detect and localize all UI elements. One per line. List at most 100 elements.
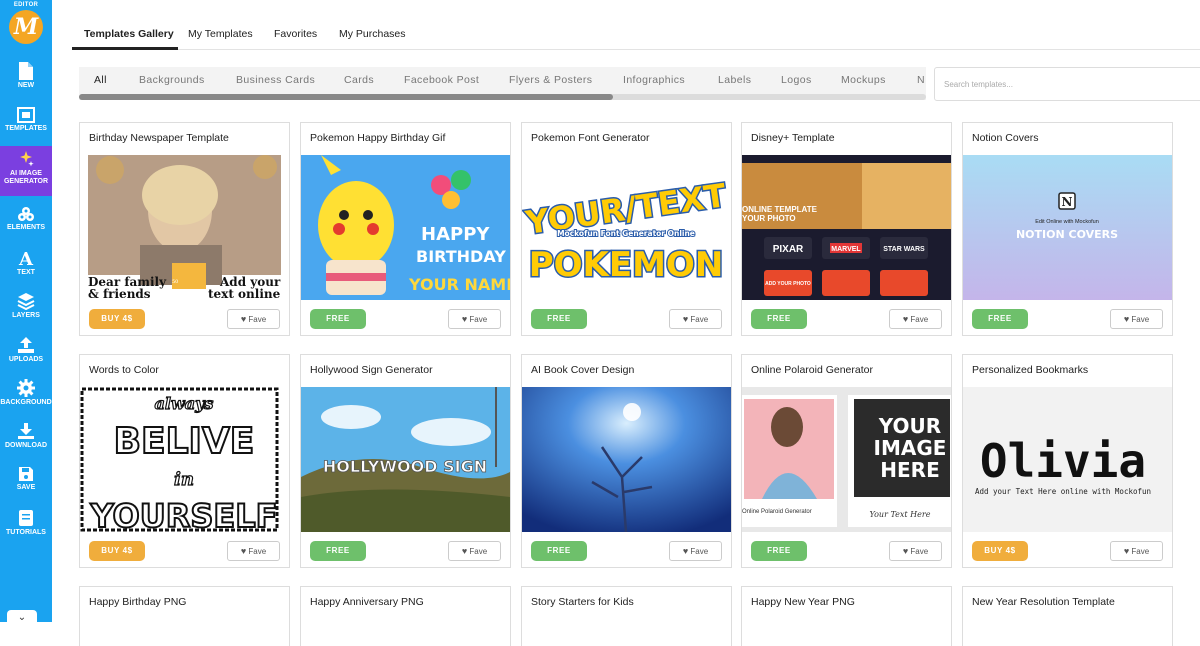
- card-title: Pokemon Happy Birthday Gif: [310, 132, 446, 144]
- category-backgrounds[interactable]: Backgrounds: [139, 74, 205, 86]
- thumb-text: HAPPY: [421, 224, 490, 245]
- fave-button[interactable]: ♥ Fave: [227, 309, 280, 329]
- sidebar-item-tutorials[interactable]: TUTORIALS: [0, 509, 52, 537]
- thumb-text: POKEMON: [529, 245, 724, 285]
- thumb-text: ONLINE TEMPLATE: [742, 205, 818, 214]
- sidebar-item-layers[interactable]: LAYERS: [0, 292, 52, 320]
- category-all[interactable]: All: [94, 74, 107, 86]
- template-card[interactable]: Hollywood Sign Generator HOLLYWOOD SIGN …: [300, 354, 511, 568]
- template-card[interactable]: Happy New Year PNG: [741, 586, 952, 646]
- free-button[interactable]: FREE: [531, 541, 587, 561]
- sidebar-item-ai-image-generator[interactable]: AI IMAGE GENERATOR: [0, 146, 52, 196]
- card-thumbnail[interactable]: HAPPY BIRTHDAY YOUR NAME: [301, 155, 510, 300]
- heart-icon: ♥: [902, 314, 909, 324]
- heart-icon: ♥: [1123, 546, 1130, 556]
- gear-icon: [17, 379, 35, 397]
- template-card[interactable]: Happy Birthday PNG: [79, 586, 290, 646]
- free-button[interactable]: FREE: [972, 309, 1028, 329]
- fave-button[interactable]: ♥ Fave: [1110, 541, 1163, 561]
- fave-button[interactable]: ♥ Fave: [889, 309, 942, 329]
- fave-button[interactable]: ♥ Fave: [448, 541, 501, 561]
- fave-button[interactable]: ♥ Fave: [669, 309, 722, 329]
- fave-button[interactable]: ♥ Fave: [227, 541, 280, 561]
- free-button[interactable]: FREE: [751, 541, 807, 561]
- free-button[interactable]: FREE: [751, 309, 807, 329]
- fave-label: Fave: [690, 315, 709, 324]
- sidebar-item-label: TEMPLATES: [5, 125, 47, 132]
- template-card[interactable]: AI Book Cover Design FREE ♥ Fave: [521, 354, 732, 568]
- thumb-text: ADD YOUR PHOTO: [765, 281, 811, 287]
- card-thumbnail[interactable]: YOUR/TEXT Mockofun Font Generator Online…: [522, 155, 731, 300]
- buy-button[interactable]: BUY 4$: [972, 541, 1028, 561]
- card-thumbnail[interactable]: 50 Dear family & friends Add your text o…: [80, 155, 289, 300]
- card-thumbnail[interactable]: Olivia Add your Text Here online with Mo…: [963, 387, 1172, 532]
- category-scrollbar-thumb[interactable]: [79, 94, 613, 100]
- app-logo[interactable]: M: [9, 10, 43, 44]
- fave-button[interactable]: ♥ Fave: [448, 309, 501, 329]
- thumb-text: PIXAR: [773, 244, 804, 255]
- heart-icon: ♥: [461, 314, 468, 324]
- free-button[interactable]: FREE: [531, 309, 587, 329]
- sidebar-item-templates[interactable]: TEMPLATES: [0, 107, 52, 133]
- free-button[interactable]: FREE: [310, 541, 366, 561]
- template-card[interactable]: Birthday Newspaper Template 50 Dear fami…: [79, 122, 290, 336]
- tab-templates-gallery[interactable]: Templates Gallery: [84, 28, 174, 40]
- template-card[interactable]: Pokemon Font Generator YOUR/TEXT Mockofu…: [521, 122, 732, 336]
- buy-button[interactable]: BUY 4$: [89, 309, 145, 329]
- thumb-text: BIRTHDAY: [416, 247, 506, 266]
- card-thumbnail[interactable]: always BELIVE in YOURSELF: [80, 387, 289, 532]
- category-cards[interactable]: Cards: [344, 74, 374, 86]
- thumb-text: always: [155, 394, 214, 413]
- template-card[interactable]: Story Starters for Kids: [521, 586, 732, 646]
- thumb-text: STAR WARS: [883, 246, 925, 253]
- thumb-text: HOLLYWOOD SIGN: [323, 457, 487, 476]
- category-mockups[interactable]: Mockups: [841, 74, 886, 86]
- heart-icon: ♥: [240, 314, 247, 324]
- template-card[interactable]: New Year Resolution Template: [962, 586, 1173, 646]
- fave-button[interactable]: ♥ Fave: [889, 541, 942, 561]
- category-flyers-posters[interactable]: Flyers & Posters: [509, 74, 592, 86]
- thumb-text: YOUR NAME: [408, 275, 510, 294]
- fave-button[interactable]: ♥ Fave: [669, 541, 722, 561]
- card-thumbnail[interactable]: ONLINE TEMPLATE YOUR PHOTO PIXAR MARVEL …: [742, 155, 951, 300]
- sidebar-item-text[interactable]: A TEXT: [0, 249, 52, 277]
- search-input[interactable]: [934, 67, 1200, 101]
- buy-button[interactable]: BUY 4$: [89, 541, 145, 561]
- card-thumbnail[interactable]: [522, 387, 731, 532]
- template-card[interactable]: Words to Color always BELIVE in YOURSELF…: [79, 354, 290, 568]
- tab-my-purchases[interactable]: My Purchases: [339, 28, 406, 40]
- card-thumbnail[interactable]: HOLLYWOOD SIGN: [301, 387, 510, 532]
- card-thumbnail[interactable]: N Edit Online with Mockofun NOTION COVER…: [963, 155, 1172, 300]
- template-card[interactable]: Online Polaroid Generator Online Polaroi…: [741, 354, 952, 568]
- sidebar-item-download[interactable]: DOWNLOAD: [0, 422, 52, 450]
- sidebar-item-elements[interactable]: ELEMENTS: [0, 206, 52, 232]
- card-thumbnail[interactable]: Online Polaroid Generator YOUR IMAGE HER…: [742, 387, 951, 532]
- sidebar-item-background[interactable]: BACKGROUND: [0, 379, 52, 407]
- category-more[interactable]: N: [917, 74, 925, 86]
- sidebar-item-label: LAYERS: [12, 312, 40, 319]
- template-card[interactable]: Notion Covers N Edit Online with Mockofu…: [962, 122, 1173, 336]
- gallery-tabs: Templates Gallery My Templates Favorites…: [72, 20, 1200, 50]
- thumb-text: text online: [208, 287, 281, 300]
- category-labels[interactable]: Labels: [718, 74, 751, 86]
- template-card[interactable]: Disney+ Template ONLINE TEMPLATE YOUR PH…: [741, 122, 952, 336]
- new-file-icon: [19, 62, 33, 80]
- template-card[interactable]: Personalized Bookmarks Olivia Add your T…: [962, 354, 1173, 568]
- sidebar-item-uploads[interactable]: UPLOADS: [0, 336, 52, 364]
- template-card[interactable]: Pokemon Happy Birthday Gif HAPPY BIRTHDA…: [300, 122, 511, 336]
- free-button[interactable]: FREE: [310, 309, 366, 329]
- thumb-text: YOUR PHOTO: [742, 214, 796, 223]
- fave-button[interactable]: ♥ Fave: [1110, 309, 1163, 329]
- layers-icon: [17, 293, 35, 310]
- template-card[interactable]: Happy Anniversary PNG: [300, 586, 511, 646]
- collapse-sidebar-button[interactable]: ⌄: [7, 610, 37, 628]
- category-business-cards[interactable]: Business Cards: [236, 74, 315, 86]
- category-logos[interactable]: Logos: [781, 74, 812, 86]
- category-infographics[interactable]: Infographics: [623, 74, 685, 86]
- sidebar-item-new[interactable]: NEW: [0, 62, 52, 90]
- sidebar-item-save[interactable]: SAVE: [0, 466, 52, 492]
- sidebar-item-label: UPLOADS: [8, 356, 44, 363]
- tab-my-templates[interactable]: My Templates: [188, 28, 253, 40]
- tab-favorites[interactable]: Favorites: [274, 28, 317, 40]
- category-facebook-post[interactable]: Facebook Post: [404, 74, 479, 86]
